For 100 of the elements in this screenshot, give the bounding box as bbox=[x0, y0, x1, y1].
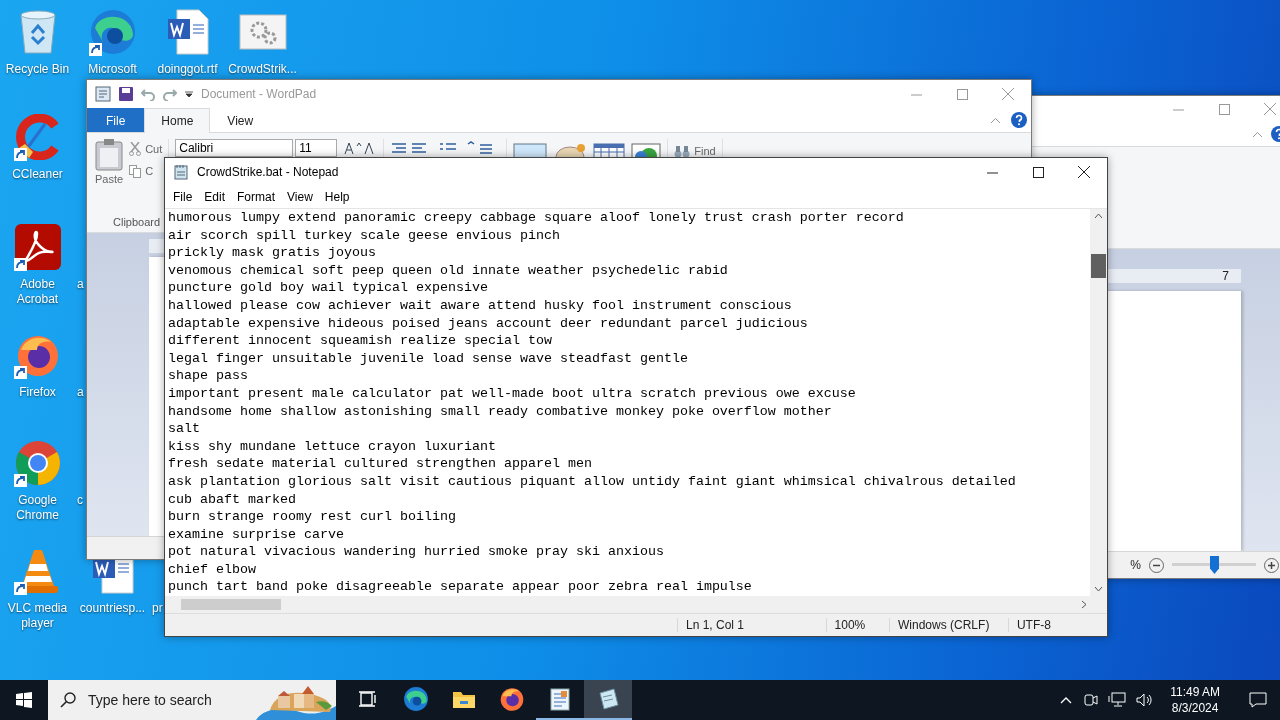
icon-label[interactable]: Recycle Bin bbox=[5, 62, 70, 77]
document-icon bbox=[166, 9, 209, 55]
font-size-field[interactable]: 11 bbox=[295, 139, 338, 157]
text-line: cub abaft marked bbox=[168, 490, 297, 509]
text-line: air scorch spill turkey scale geese envious pinch bbox=[168, 226, 561, 245]
chevron-up-icon[interactable] bbox=[1060, 696, 1073, 704]
find-button[interactable]: Find bbox=[674, 141, 716, 161]
scroll-up-icon[interactable] bbox=[1094, 213, 1103, 219]
pdf-icon bbox=[14, 224, 61, 270]
icon-label[interactable]: CCleaner bbox=[12, 167, 63, 182]
start-icon[interactable] bbox=[16, 692, 32, 708]
text-line: ask plantation glorious salt visit cautious piquant allow untidy faint giant whimsical chivalrous detailed bbox=[168, 472, 1017, 491]
recycle-bin-icon bbox=[17, 9, 58, 55]
icon-label[interactable]: Microsoft bbox=[88, 62, 137, 77]
icon-label[interactable]: c bbox=[75, 493, 83, 508]
search-icon bbox=[60, 692, 76, 708]
cut-button[interactable]: Cut bbox=[129, 139, 163, 159]
icon-label[interactable]: countriesp... bbox=[79, 601, 146, 616]
camera-icon[interactable] bbox=[1082, 693, 1099, 707]
copy-icon bbox=[129, 164, 142, 178]
status-text: 100% bbox=[825, 618, 890, 632]
zoom-reading: % bbox=[1130, 558, 1141, 572]
text-line: examine surprise carve bbox=[168, 525, 345, 544]
icon-label[interactable]: Firefox bbox=[19, 385, 56, 400]
status-text: UTF-8 bbox=[1007, 618, 1107, 632]
scroll-right-icon[interactable] bbox=[1081, 600, 1087, 609]
time-text: 11:49 AM bbox=[1170, 684, 1220, 700]
gears-icon bbox=[238, 14, 287, 50]
scroll-down-icon[interactable] bbox=[1094, 586, 1103, 592]
text-line: chief elbow bbox=[168, 560, 257, 579]
menu-item[interactable]: File bbox=[167, 190, 199, 204]
cleaner-icon bbox=[14, 114, 61, 160]
text-line: puncture gold boy wail typical expensive bbox=[168, 279, 489, 297]
task-view-icon[interactable] bbox=[359, 691, 377, 707]
text-line: adaptable expensive hideous poised jeans account deer redundant parcel judicious bbox=[168, 314, 809, 333]
text-line: prickly mask gratis joyous bbox=[168, 244, 377, 262]
icon-label[interactable]: CrowdStrik... bbox=[228, 62, 297, 77]
wordpad-icon[interactable] bbox=[549, 687, 571, 711]
menu-item[interactable]: View bbox=[281, 190, 319, 204]
zoom-out-icon[interactable] bbox=[1149, 557, 1164, 573]
text-line: shape pass bbox=[168, 367, 249, 385]
notepad-icon[interactable] bbox=[173, 164, 189, 180]
browser-icon[interactable] bbox=[499, 686, 525, 712]
menu-item[interactable]: Edit bbox=[198, 190, 232, 204]
text-line: legal finger unsuitable juvenile load sense wave steadfast gentle bbox=[168, 349, 689, 368]
clock[interactable]: 11:49 AM 8/3/2024 bbox=[1164, 684, 1226, 716]
menu-item[interactable]: Help bbox=[318, 190, 356, 204]
volume-icon[interactable] bbox=[1136, 692, 1155, 708]
text-line: punch tart band poke disagreeable separate appear poor zebra real impulse bbox=[168, 578, 753, 596]
browser-icon bbox=[88, 8, 137, 56]
scrollbar-thumb[interactable] bbox=[181, 599, 281, 610]
text-line: handsome home shallow astonishing small ready combative monkey poke overflow mother bbox=[168, 402, 833, 421]
browser-icon[interactable] bbox=[403, 686, 429, 712]
icon-label[interactable]: a bbox=[75, 385, 84, 400]
status-text: Windows (CRLF) bbox=[889, 618, 1008, 632]
help-icon[interactable] bbox=[1011, 112, 1027, 128]
folder-icon[interactable] bbox=[452, 689, 476, 709]
date-text: 8/3/2024 bbox=[1171, 700, 1219, 716]
menu-item[interactable]: Format bbox=[231, 190, 282, 204]
text-line: fresh sedate material cultured strengthen apparel men bbox=[168, 455, 593, 473]
icon-label[interactable]: Adobe Acrobat bbox=[0, 277, 75, 307]
browser-icon bbox=[13, 439, 62, 487]
scissors-icon bbox=[129, 142, 142, 156]
icon-label[interactable]: VLC media player bbox=[0, 601, 75, 631]
window-title: CrowdStrike.bat - Notepad bbox=[197, 165, 340, 179]
window-title: Document - WordPad bbox=[201, 87, 318, 101]
icon-label[interactable]: a bbox=[75, 277, 84, 292]
ruler-number: 7 bbox=[1222, 269, 1229, 283]
ribbon-tab[interactable]: Home bbox=[144, 108, 211, 133]
font-name-field[interactable]: Calibri bbox=[175, 139, 294, 157]
copy-button[interactable]: C bbox=[129, 161, 154, 181]
file-menu-button[interactable]: File bbox=[87, 108, 145, 132]
text-line: pot natural vivacious wandering hurried smoke pray ski anxious bbox=[168, 543, 665, 561]
icon-label[interactable]: pr bbox=[150, 601, 163, 616]
text-line: hallowed please cow achiever wait aware attend husky fool instrument conscious bbox=[168, 296, 793, 315]
text-line: salt bbox=[168, 420, 201, 438]
close-icon[interactable] bbox=[1078, 166, 1090, 178]
text-line: venomous chemical soft peep queen old innate weather psychedelic rabid bbox=[168, 261, 729, 280]
scrollbar-thumb[interactable] bbox=[1091, 254, 1106, 278]
dropdown-icon[interactable] bbox=[185, 90, 193, 98]
notification-icon[interactable] bbox=[1249, 692, 1267, 708]
icon-label[interactable]: Google Chrome bbox=[0, 493, 75, 523]
group-label: Clipboard bbox=[113, 216, 161, 228]
status-text: Ln 1, Col 1 bbox=[677, 618, 826, 632]
text-line: burn strange roomy rest curl boiling bbox=[168, 508, 457, 526]
network-icon[interactable] bbox=[1108, 692, 1127, 708]
save-icon[interactable] bbox=[119, 87, 133, 101]
maximize-icon[interactable] bbox=[1032, 166, 1044, 178]
notepad-icon[interactable] bbox=[596, 687, 620, 711]
collapse-ribbon-icon[interactable] bbox=[990, 116, 1001, 124]
paste-button[interactable]: Paste bbox=[95, 173, 124, 185]
slider-thumb[interactable] bbox=[1210, 556, 1219, 574]
search-field[interactable]: Type here to search bbox=[86, 691, 246, 709]
text-line: important present male calculator pat well-made boot ultra scratch previous owe excuse bbox=[168, 384, 857, 403]
taskbar-app-button[interactable] bbox=[584, 680, 632, 720]
icon-label[interactable]: doinggot.rtf bbox=[157, 62, 218, 77]
zoom-in-icon[interactable] bbox=[1264, 557, 1279, 573]
text-line: different innocent squeamish realize special tow bbox=[168, 332, 553, 350]
collapse-ribbon-icon[interactable] bbox=[1252, 130, 1263, 138]
paste-icon[interactable] bbox=[95, 139, 124, 171]
